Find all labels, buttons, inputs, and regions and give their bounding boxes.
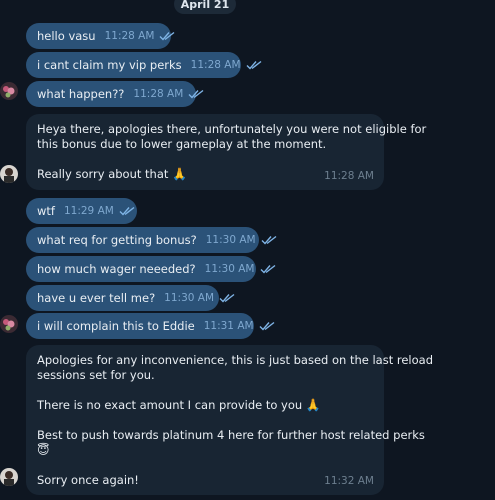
double-check-icon [219,293,235,303]
avatar-icon [0,82,18,100]
message-time: 11:28 AM [133,87,204,102]
double-check-icon [188,89,204,99]
message-line: this bonus due to lower gameplay at the … [37,137,327,151]
avatar-icon [0,468,18,486]
chat-view: April 21 hello vasu 11:28 AM i cant clai… [0,0,495,500]
folded-hands-emoji: 🙏 [305,398,321,412]
message-text: what happen?? [37,86,125,101]
message-bubble[interactable]: wtf 11:29 AM [26,198,137,224]
avatar[interactable] [0,468,18,486]
message-line [37,152,373,167]
time-label: 11:28 AM [133,87,184,100]
double-check-icon [246,60,261,70]
message-line: Best to push towards platinum 4 here for… [37,428,425,442]
message-bubble[interactable]: what req for getting bonus? 11:30 AM [26,227,277,253]
message-bubble[interactable]: i cant claim my vip perks 11:28 AM [26,52,261,78]
time-label: 11:30 AM [204,262,255,275]
message-line: Sorry once again! [37,473,139,487]
date-separator: April 21 [174,0,236,14]
time-label: 11:30 AM [164,291,215,304]
message-bubble[interactable]: how much wager neeeded? 11:30 AM [26,256,275,282]
time-label: 11:29 AM [63,204,114,217]
message-text: i will complain this to Eddie [37,318,195,333]
time-label: 11:28 AM [104,29,155,42]
message-bubble[interactable]: what happen?? 11:28 AM [26,81,204,107]
avatar[interactable] [0,165,18,183]
message-text: hello vasu [37,28,96,43]
message-time: 11:30 AM [205,262,276,277]
avatar[interactable] [0,82,18,100]
message-time: 11:28 AM [105,29,176,44]
message-bubble[interactable]: Apologies for any inconvenience, this is… [26,345,434,495]
message-time: 11:32 AM [324,475,374,487]
double-check-icon [119,206,135,216]
message-line [37,458,373,473]
message-time: 11:28 AM [324,170,374,182]
message-text: wtf [37,203,55,218]
message-line [37,413,373,428]
message-text: i cant claim my vip perks [37,57,182,72]
double-check-icon [259,321,274,331]
time-label: 11:31 AM [203,319,254,332]
message-bubble[interactable]: have u ever tell me? 11:30 AM [26,285,235,311]
message-time: 11:30 AM [206,233,277,248]
time-label: 11:30 AM [205,233,256,246]
message-line: 😇 [37,443,373,458]
double-check-icon [159,31,175,41]
message-line: Heya there, apologies there, unfortunate… [37,122,427,136]
message-bubble[interactable]: hello vasu 11:28 AM [26,23,175,49]
message-time: 11:29 AM [64,204,135,219]
smiling-halo-emoji: 😇 [37,443,50,457]
message-text: have u ever tell me? [37,290,156,305]
message-text: what req for getting bonus? [37,232,197,247]
double-check-icon [260,264,275,274]
message-line: sessions set for you. [37,368,155,382]
folded-hands-emoji: 🙏 [172,167,187,181]
message-time: 11:31 AM [204,319,275,334]
message-bubble[interactable]: i will complain this to Eddie 11:31 AM [26,313,274,339]
avatar-icon [0,165,18,183]
message-bubble[interactable]: Heya there, apologies there, unfortunate… [26,114,427,190]
message-text: There is no exact amount I can provide t… [37,398,303,412]
time-label: 11:28 AM [190,58,241,71]
double-check-icon [261,235,277,245]
avatar[interactable] [0,315,18,333]
message-line [37,383,373,398]
avatar-icon [0,315,18,333]
message-text: Really sorry about that [37,167,169,181]
message-line: Really sorry about that 🙏 [37,167,373,182]
message-line: Apologies for any inconvenience, this is… [37,353,434,367]
message-text: how much wager neeeded? [37,261,196,276]
message-line: There is no exact amount I can provide t… [37,398,373,413]
message-time: 11:28 AM [191,58,262,73]
message-time: 11:30 AM [164,291,235,306]
